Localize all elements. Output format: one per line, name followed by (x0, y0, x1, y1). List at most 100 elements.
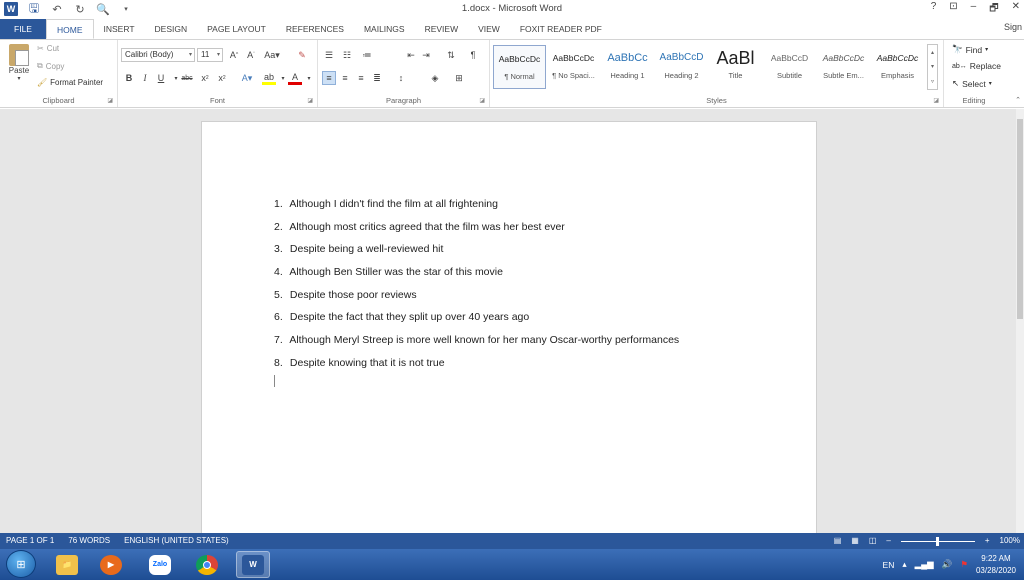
dialog-launcher-icon[interactable]: ◪ (307, 97, 313, 104)
font-size-combo[interactable]: 11 ▾ (197, 48, 223, 62)
minimize-button[interactable]: – (971, 1, 977, 18)
help-button[interactable]: ? (931, 1, 937, 18)
start-button[interactable]: ⊞ (6, 550, 36, 578)
tab-insert[interactable]: INSERT (94, 19, 145, 39)
network-signal-icon[interactable]: ▂▄▆ (915, 559, 934, 570)
grow-font-icon[interactable]: A ^ (227, 48, 241, 62)
justify-icon[interactable]: ≣ (370, 71, 384, 85)
copy-button[interactable]: ⧉ Copy (37, 61, 64, 71)
shrink-font-icon[interactable]: Aˇ (244, 48, 258, 62)
chevron-down-icon[interactable]: ▾ (931, 63, 934, 70)
tab-references[interactable]: REFERENCES (276, 19, 354, 39)
superscript-icon[interactable]: x2 (215, 71, 229, 85)
taskbar-word[interactable]: W (236, 551, 270, 578)
dialog-launcher-icon[interactable]: ◪ (107, 97, 113, 104)
list-item[interactable]: 1. Although I didn't find the film at al… (274, 197, 679, 220)
volume-icon[interactable]: 🔊 (942, 559, 953, 570)
format-painter-button[interactable]: 🖌 Format Painter (37, 78, 103, 87)
ribbon-display-button[interactable]: ⊡ (949, 1, 957, 18)
subscript-icon[interactable]: x2 (198, 71, 212, 85)
style-heading-2[interactable]: AaBbCcD Heading 2 (655, 45, 708, 89)
language-indicator-tray[interactable]: EN (883, 560, 895, 570)
style-normal[interactable]: AaBbCcDc ¶ Normal (493, 45, 546, 89)
clear-formatting-icon[interactable]: ✎ (295, 48, 309, 62)
show-hidden-icons-icon[interactable]: ▴ (902, 559, 906, 570)
read-mode-icon[interactable]: ▤ (834, 533, 842, 549)
list-item[interactable]: 7. Although Meryl Streep is more well kn… (274, 333, 679, 356)
zoom-level[interactable]: 100% (1000, 533, 1020, 549)
scrollbar-thumb[interactable] (1017, 119, 1023, 319)
replace-button[interactable]: ab↔ Replace (952, 61, 1001, 71)
align-center-icon[interactable]: ≡ (338, 71, 352, 85)
style-subtitle[interactable]: AaBbCcD Subtitle (763, 45, 816, 89)
increase-indent-icon[interactable]: ⇥ (419, 48, 433, 62)
align-left-icon[interactable]: ≡ (322, 71, 336, 85)
collapse-ribbon-icon[interactable]: ⌃ (1015, 96, 1021, 104)
style-heading-1[interactable]: AaBbCc Heading 1 (601, 45, 654, 89)
paste-button[interactable]: Paste ▾ (6, 44, 32, 82)
tab-foxit-reader-pdf[interactable]: FOXIT READER PDF (510, 19, 612, 39)
clock[interactable]: 9:22 AM 03/28/2020 (976, 553, 1016, 577)
style-no-spacing[interactable]: AaBbCcDc ¶ No Spaci... (547, 45, 600, 89)
decrease-indent-icon[interactable]: ⇤ (404, 48, 418, 62)
zoom-out-icon[interactable]: – (886, 533, 890, 549)
close-button[interactable]: ✕ (1012, 1, 1020, 18)
taskbar-chrome[interactable] (190, 551, 224, 578)
list-item[interactable]: 6. Despite the fact that they split up o… (274, 310, 679, 333)
taskbar-zalo[interactable]: Zalo (143, 551, 177, 578)
text-effects-icon[interactable]: A▾ (240, 71, 254, 85)
align-right-icon[interactable]: ≡ (354, 71, 368, 85)
zoom-slider[interactable] (900, 536, 975, 546)
select-button[interactable]: ↖ Select ▾ (952, 78, 992, 89)
more-styles-icon[interactable]: ▿ (931, 78, 934, 85)
strikethrough-icon[interactable]: abc (180, 71, 194, 85)
dialog-launcher-icon[interactable]: ◪ (479, 97, 485, 104)
sign-in-link[interactable]: Sign (1004, 22, 1022, 32)
notification-flag-icon[interactable]: ⚑ (960, 559, 968, 570)
list-item[interactable]: 2. Although most critics agreed that the… (274, 220, 679, 243)
tab-mailings[interactable]: MAILINGS (354, 19, 415, 39)
change-case-icon[interactable]: Aa▾ (264, 48, 280, 62)
show-formatting-icon[interactable]: ¶ (466, 48, 480, 62)
font-name-combo[interactable]: Calibri (Body) ▾ (121, 48, 195, 62)
document-page[interactable]: 1. Although I didn't find the film at al… (201, 121, 817, 541)
styles-gallery-scroll[interactable]: ▴ ▾ ▿ (927, 44, 938, 90)
font-color-icon[interactable]: A (288, 71, 302, 85)
restore-button[interactable]: 🗗 (989, 1, 998, 18)
numbering-icon[interactable]: ☷ (340, 48, 354, 62)
bullets-icon[interactable]: ☰ (322, 48, 336, 62)
chevron-down-icon[interactable]: ▾ (302, 71, 316, 85)
shading-icon[interactable]: ◈ (428, 71, 442, 85)
underline-icon[interactable]: U (154, 71, 168, 85)
style-title[interactable]: AaBl Title (709, 45, 762, 89)
page-count[interactable]: PAGE 1 OF 1 (6, 533, 54, 549)
tab-home[interactable]: HOME (46, 19, 94, 39)
tab-review[interactable]: REVIEW (415, 19, 469, 39)
cut-button[interactable]: ✂ Cut (37, 44, 59, 53)
zoom-in-icon[interactable]: + (985, 533, 990, 549)
tab-file[interactable]: FILE (0, 19, 46, 39)
vertical-scrollbar[interactable] (1016, 109, 1024, 533)
chevron-up-icon[interactable]: ▴ (931, 49, 934, 56)
highlight-icon[interactable]: ab (262, 71, 276, 85)
borders-icon[interactable]: ⊞ (452, 71, 466, 85)
style-subtle-emphasis[interactable]: AaBbCcDc Subtle Em... (817, 45, 870, 89)
taskbar-media-player[interactable]: ▶ (94, 551, 128, 578)
multilevel-list-icon[interactable]: ≔ (360, 48, 374, 62)
taskbar-explorer[interactable]: 📁 (50, 551, 84, 578)
tab-design[interactable]: DESIGN (145, 19, 198, 39)
print-layout-icon[interactable]: ▦ (851, 533, 859, 549)
line-spacing-icon[interactable]: ↕ (394, 71, 408, 85)
word-count[interactable]: 76 WORDS (68, 533, 110, 549)
list-item[interactable]: 4. Although Ben Stiller was the star of … (274, 265, 679, 288)
zoom-slider-thumb[interactable] (935, 536, 939, 546)
tab-view[interactable]: VIEW (468, 19, 510, 39)
style-emphasis[interactable]: AaBbCcDc Emphasis (871, 45, 924, 89)
bold-icon[interactable]: B (122, 71, 136, 85)
list-item[interactable]: 8. Despite knowing that it is not true (274, 356, 679, 379)
list-item[interactable]: 3. Despite being a well-reviewed hit (274, 242, 679, 265)
sort-icon[interactable]: ⇅ (444, 48, 458, 62)
find-button[interactable]: 🔭 Find ▾ (952, 44, 988, 55)
dialog-launcher-icon[interactable]: ◪ (933, 97, 939, 104)
web-layout-icon[interactable]: ◫ (869, 533, 877, 549)
